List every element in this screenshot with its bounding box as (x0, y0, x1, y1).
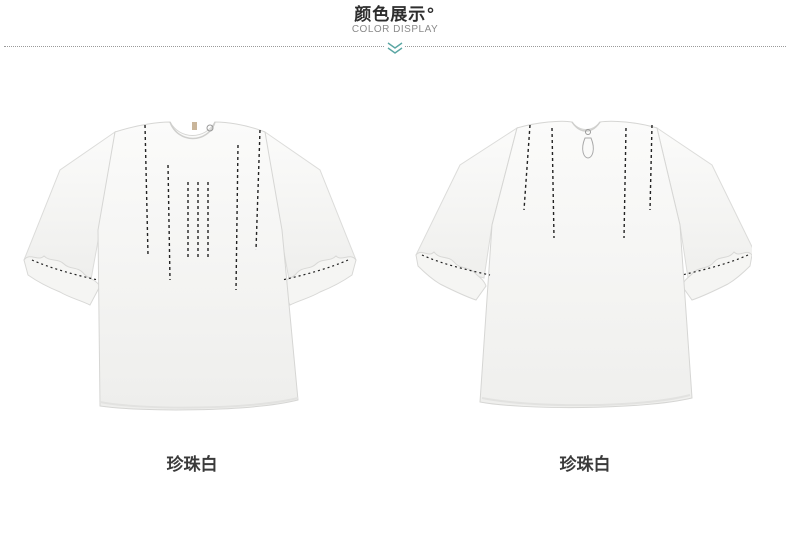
section-subtitle: COLOR DISPLAY (351, 24, 439, 35)
section-title: 颜色展示° (354, 5, 436, 25)
color-name-label-front: 珍珠白 (166, 455, 218, 475)
section-header: 颜色展示° COLOR DISPLAY (0, 0, 790, 60)
product-image-front (20, 110, 360, 430)
product-image-back (412, 110, 757, 430)
color-name-label-back: 珍珠白 (559, 455, 611, 475)
double-chevron-down-icon (385, 40, 405, 56)
